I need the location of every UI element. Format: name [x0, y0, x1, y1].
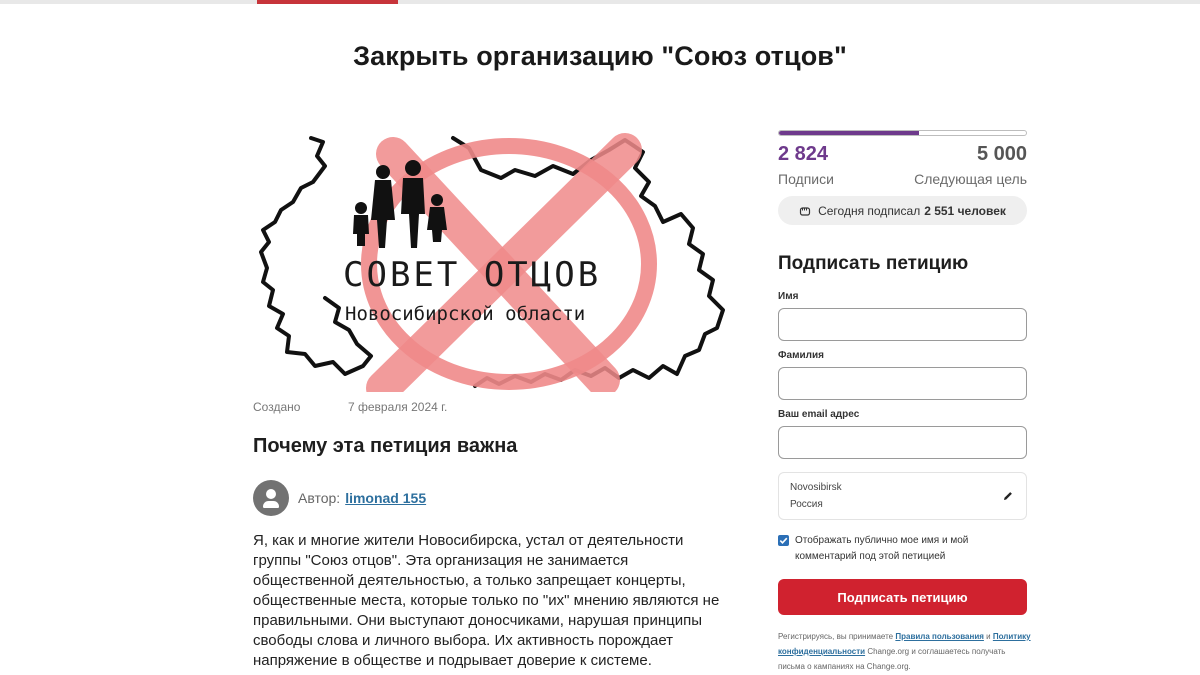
email-input[interactable] — [778, 426, 1027, 459]
sign-petition-button[interactable]: Подписать петицию — [778, 579, 1027, 615]
today-count: 2 551 человек — [924, 203, 1006, 218]
hero-illustration: СОВЕТ ОТЦОВ Новосибирской области — [259, 133, 725, 392]
terms-part1: Регистрируясь, вы принимаете — [778, 632, 894, 641]
signature-count: 2 824 — [778, 143, 829, 165]
checkmark-icon — [779, 537, 788, 544]
why-heading: Почему эта петиция важна — [253, 435, 518, 457]
pencil-icon[interactable] — [1002, 490, 1014, 502]
location-country: Россия — [790, 499, 823, 510]
public-display-checkbox[interactable] — [778, 535, 789, 546]
terms-text: Регистрируясь, вы принимаете Правила пол… — [778, 629, 1033, 674]
first-name-input[interactable] — [778, 308, 1027, 341]
page-title-text: Закрыть организацию "Союз отцов" — [353, 41, 847, 71]
sign-form-heading: Подписать петицию — [778, 253, 969, 274]
signature-progress — [778, 130, 1027, 136]
location-city: Novosibirsk — [790, 482, 842, 493]
hero-headline: СОВЕТ ОТЦОВ — [343, 255, 601, 295]
avatar-head — [266, 489, 276, 499]
author-prefix: Автор: — [298, 490, 341, 506]
terms-of-use-link[interactable]: Правила пользования — [895, 632, 984, 641]
public-display-label: Отображать публично мое имя и мой коммен… — [795, 535, 969, 562]
signature-goal: 5 000 — [976, 143, 1027, 165]
last-name-input[interactable] — [778, 367, 1027, 400]
email-label: Ваш email адрес — [778, 409, 860, 420]
fist-icon — [799, 206, 811, 216]
page-title: Закрыть организацию "Союз отцов" — [0, 41, 1200, 72]
signature-progress-fill — [779, 131, 919, 135]
last-name-label: Фамилия — [778, 350, 824, 361]
first-name-label: Имя — [778, 291, 799, 302]
user-avatar-icon — [253, 480, 289, 516]
petition-body: Я, как и многие жители Новосибирска, уст… — [253, 532, 720, 669]
top-progress-bar — [0, 0, 1200, 4]
avatar-shoulders — [263, 501, 279, 508]
created-label: Создано — [253, 400, 301, 414]
top-bar-accent — [257, 0, 398, 4]
petition-image: СОВЕТ ОТЦОВ Новосибирской области — [253, 130, 727, 392]
location-field[interactable]: Novosibirsk Россия — [778, 472, 1027, 520]
signature-goal-label: Следующая цель — [914, 171, 1027, 187]
author-row: Автор: limonad 155 — [253, 480, 426, 516]
today-signed-badge: Сегодня подписал 2 551 человек — [778, 196, 1027, 225]
hero-subline: Новосибирской области — [345, 303, 585, 325]
created-date: 7 февраля 2024 г. — [348, 400, 448, 414]
terms-part2: и — [986, 632, 991, 641]
today-prefix: Сегодня подписал — [818, 203, 921, 218]
author-link[interactable]: limonad 155 — [345, 490, 426, 506]
signature-count-label: Подписи — [778, 171, 834, 187]
